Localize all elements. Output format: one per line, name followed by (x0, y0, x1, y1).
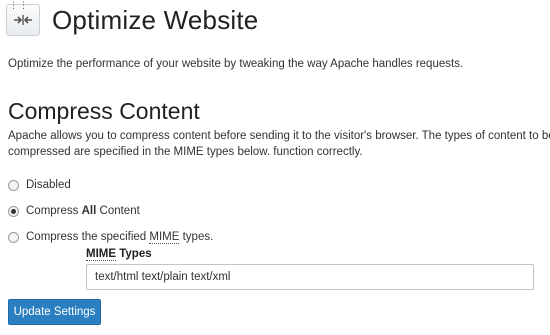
option-disabled-label: Disabled (26, 179, 71, 191)
option-compress-all-label: Compress All Content (26, 205, 140, 217)
update-settings-button[interactable]: Update Settings (8, 299, 101, 325)
option-compress-mime-label-abbr: MIME (149, 231, 180, 244)
arrows-inward-icon (14, 15, 32, 25)
radio-compress-mime[interactable] (8, 231, 19, 243)
page-title: Optimize Website (52, 5, 259, 35)
page-description: Optimize the performance of your website… (8, 58, 464, 70)
mime-types-label: MIME Types (86, 248, 152, 261)
option-compress-all-label-bold: All (81, 205, 97, 217)
option-compress-mime[interactable]: Compress the specified MIME types. (8, 231, 214, 244)
option-compress-mime-label: Compress the specified MIME types. (26, 231, 214, 244)
page-header: ⋮⋮ Optimize Website (6, 1, 259, 37)
radio-compress-all[interactable] (8, 205, 19, 217)
mime-types-label-rest: Types (116, 248, 152, 260)
option-compress-all-label-post: Content (96, 205, 140, 217)
mime-types-label-abbr: MIME (86, 248, 117, 261)
section-title: Compress Content (8, 98, 200, 124)
dots-icon: ⋮⋮ (9, 1, 29, 11)
compress-arrows-icon: ⋮⋮ (6, 1, 40, 36)
option-disabled[interactable]: Disabled (8, 179, 71, 191)
section-description: Apache allows you to compress content be… (8, 130, 550, 158)
mime-types-input[interactable] (86, 264, 534, 290)
radio-disabled[interactable] (8, 179, 19, 191)
option-compress-mime-label-pre: Compress the specified (26, 231, 150, 243)
option-compress-mime-label-post: types. (179, 231, 214, 243)
option-compress-all-label-pre: Compress (26, 205, 82, 217)
option-compress-all[interactable]: Compress All Content (8, 205, 140, 217)
